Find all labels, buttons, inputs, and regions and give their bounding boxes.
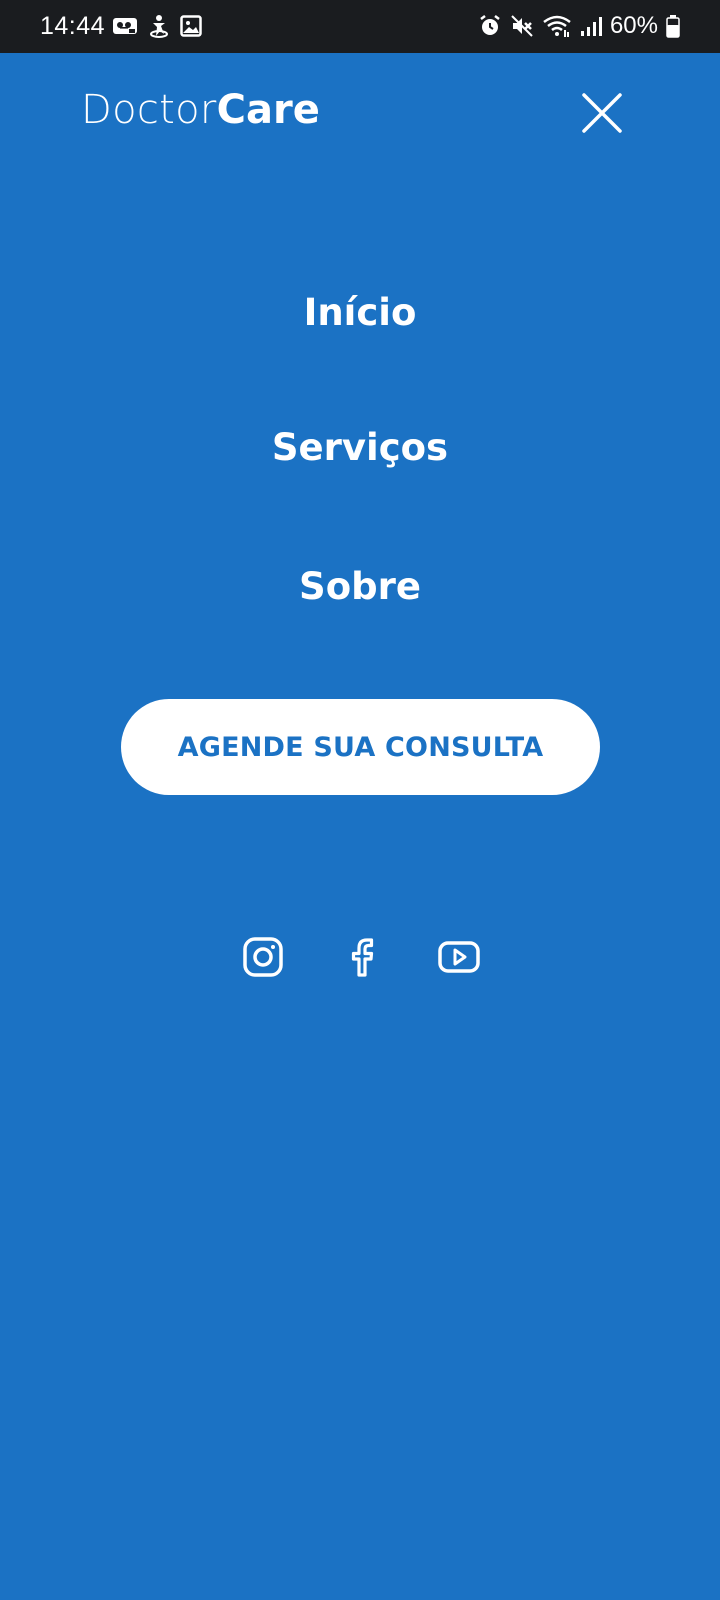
signal-icon bbox=[580, 14, 602, 38]
nav-item-servicos[interactable]: Serviços bbox=[0, 423, 720, 473]
nav-item-inicio[interactable]: Início bbox=[0, 288, 720, 338]
wifi-icon bbox=[542, 14, 572, 38]
close-menu-button[interactable] bbox=[578, 89, 626, 137]
brand-logo-bold: Care bbox=[216, 87, 320, 133]
nav-item-sobre[interactable]: Sobre bbox=[0, 562, 720, 612]
brand-logo-light: Doctor bbox=[81, 87, 217, 133]
mute-icon bbox=[510, 14, 534, 38]
instagram-link[interactable] bbox=[241, 935, 285, 979]
schedule-appointment-button[interactable]: AGENDE SUA CONSULTA bbox=[121, 699, 600, 795]
mobile-menu-screen: 14:44 60% DoctorCare Início Serviços Sob… bbox=[0, 0, 720, 1600]
status-right-icons: 60% bbox=[478, 10, 680, 42]
battery-percent: 60% bbox=[609, 12, 658, 39]
close-icon bbox=[582, 93, 622, 133]
status-time: 14:44 bbox=[40, 12, 106, 40]
gallery-icon bbox=[180, 15, 202, 37]
status-left-icons bbox=[112, 14, 202, 38]
accessibility-icon bbox=[148, 14, 170, 38]
brand-logo[interactable]: DoctorCare bbox=[81, 84, 320, 136]
facebook-icon bbox=[351, 938, 374, 977]
youtube-icon bbox=[438, 941, 480, 973]
social-links bbox=[0, 935, 720, 979]
schedule-appointment-label: AGENDE SUA CONSULTA bbox=[177, 731, 544, 763]
instagram-icon bbox=[243, 937, 283, 977]
facebook-link[interactable] bbox=[340, 935, 384, 979]
alarm-icon bbox=[478, 14, 502, 38]
status-bar: 14:44 60% bbox=[0, 0, 720, 53]
voicemail-icon bbox=[112, 16, 138, 36]
youtube-link[interactable] bbox=[437, 935, 481, 979]
battery-icon bbox=[666, 14, 680, 38]
